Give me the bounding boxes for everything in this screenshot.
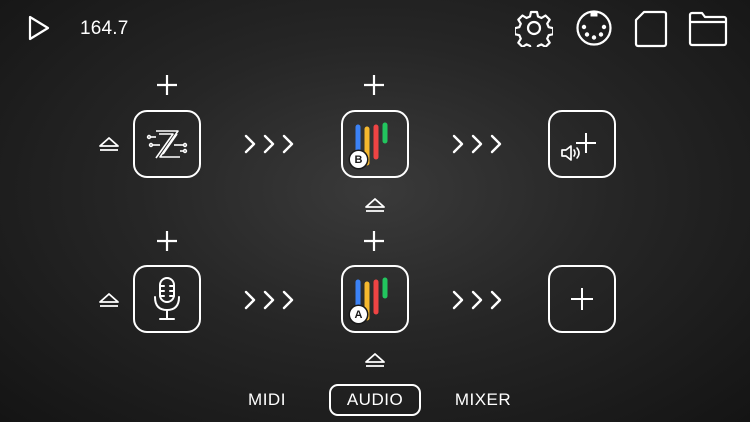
- chevrons-right-icon: [452, 134, 502, 154]
- signal-flow-arrows: [450, 288, 508, 312]
- input-slot-row1[interactable]: [133, 110, 201, 178]
- chevrons-right-icon: [244, 290, 294, 310]
- chevrons-right-icon: [244, 134, 294, 154]
- eject-effect-button-row1[interactable]: [362, 194, 388, 216]
- midi-settings-button[interactable]: [574, 9, 614, 47]
- bus-badge: A: [350, 306, 367, 323]
- settings-gear-icon: [515, 10, 553, 47]
- signal-flow-arrows: [242, 288, 300, 312]
- chevrons-right-icon: [452, 290, 502, 310]
- play-icon: [28, 15, 50, 41]
- effect-slot-a[interactable]: A: [341, 265, 409, 333]
- plus-icon: [364, 75, 384, 95]
- eject-icon: [99, 137, 119, 151]
- settings-button[interactable]: [514, 9, 554, 47]
- plus-icon: [364, 231, 384, 251]
- plus-icon: [157, 231, 177, 251]
- output-slot-row2[interactable]: [548, 265, 616, 333]
- document-button[interactable]: [632, 9, 670, 49]
- add-input-button-row2[interactable]: [153, 227, 181, 255]
- microphone-icon: [154, 277, 180, 320]
- tab-midi[interactable]: MIDI: [236, 384, 298, 416]
- eject-icon: [365, 353, 385, 367]
- tab-audio[interactable]: AUDIO: [329, 384, 421, 416]
- eject-input-button-row2[interactable]: [96, 289, 122, 311]
- eject-icon: [365, 198, 385, 212]
- signal-flow-arrows: [242, 132, 300, 156]
- add-audio-output-icon: [561, 133, 596, 161]
- add-input-button-row1[interactable]: [153, 71, 181, 99]
- add-effect-button-row2[interactable]: [360, 227, 388, 255]
- folder-icon: [688, 11, 728, 47]
- output-slot-row1[interactable]: [548, 110, 616, 178]
- add-slot-icon: [571, 288, 593, 310]
- tempo-display[interactable]: 164.7: [80, 18, 129, 40]
- eject-icon: [99, 293, 119, 307]
- folder-button[interactable]: [687, 9, 729, 49]
- play-button[interactable]: [26, 14, 52, 42]
- input-slot-row2[interactable]: [133, 265, 201, 333]
- effect-slot-b[interactable]: B: [341, 110, 409, 178]
- plus-icon: [157, 75, 177, 95]
- eject-effect-button-row2[interactable]: [362, 349, 388, 371]
- bus-badge: B: [350, 151, 367, 168]
- zeeon-synth-icon: [146, 130, 188, 159]
- document-icon: [634, 10, 668, 48]
- tab-mixer[interactable]: MIXER: [448, 384, 518, 416]
- add-effect-button-row1[interactable]: [360, 71, 388, 99]
- midi-connector-icon: [576, 10, 612, 46]
- signal-flow-arrows: [450, 132, 508, 156]
- eject-input-button-row1[interactable]: [96, 133, 122, 155]
